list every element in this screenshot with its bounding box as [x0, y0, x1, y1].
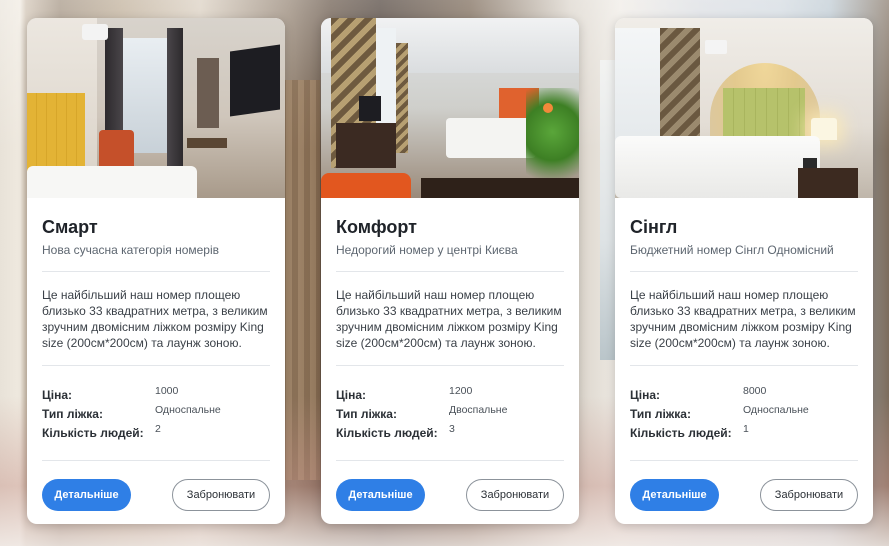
book-button[interactable]: Забронювати — [466, 479, 564, 511]
book-button[interactable]: Забронювати — [172, 479, 270, 511]
divider — [42, 460, 270, 461]
bed-type-label: Тип ліжка: — [630, 407, 691, 421]
divider — [630, 365, 858, 366]
price-label: Ціна: — [336, 388, 367, 402]
room-title: Смарт — [42, 217, 98, 237]
bed-type-value: Двоспальне — [449, 404, 508, 416]
price-label: Ціна: — [630, 388, 661, 402]
people-label: Кількість людей: — [336, 426, 438, 440]
divider — [630, 460, 858, 461]
details-button[interactable]: Детальніше — [42, 479, 131, 511]
room-photo — [615, 18, 873, 198]
divider — [630, 271, 858, 272]
room-specs: Ціна: 1000 Тип ліжка: Односпальне Кількі… — [42, 385, 270, 442]
people-label: Кількість людей: — [42, 426, 144, 440]
room-description: Це найбільший наш номер площею близько 3… — [42, 288, 268, 350]
price-label: Ціна: — [42, 388, 73, 402]
price-value: 1000 — [155, 385, 179, 397]
room-specs: Ціна: 1200 Тип ліжка: Двоспальне Кількіс… — [336, 385, 564, 442]
book-button[interactable]: Забронювати — [760, 479, 858, 511]
room-photo — [321, 18, 579, 198]
room-subtitle: Бюджетний номер Сінгл Одномісний — [630, 243, 834, 257]
room-subtitle: Нова сучасна категорія номерів — [42, 243, 220, 257]
bed-type-value: Односпальне — [743, 404, 809, 416]
room-description: Це найбільший наш номер площею близько 3… — [630, 288, 856, 350]
details-button[interactable]: Детальніше — [630, 479, 719, 511]
people-value: 1 — [743, 423, 749, 435]
divider — [336, 365, 564, 366]
details-button[interactable]: Детальніше — [336, 479, 425, 511]
people-label: Кількість людей: — [630, 426, 732, 440]
bed-type-value: Односпальне — [155, 404, 221, 416]
room-title: Комфорт — [336, 217, 417, 237]
price-value: 8000 — [743, 385, 767, 397]
room-card-comfort: Комфорт Недорогий номер у центрі Києва Ц… — [321, 18, 579, 524]
divider — [42, 271, 270, 272]
room-subtitle: Недорогий номер у центрі Києва — [336, 243, 518, 257]
room-card-single: Сінгл Бюджетний номер Сінгл Одномісний Ц… — [615, 18, 873, 524]
price-value: 1200 — [449, 385, 473, 397]
room-specs: Ціна: 8000 Тип ліжка: Односпальне Кількі… — [630, 385, 858, 442]
room-card-smart: Смарт Нова сучасна категорія номерів Це … — [27, 18, 285, 524]
divider — [42, 365, 270, 366]
room-description: Це найбільший наш номер площею близько 3… — [336, 288, 562, 350]
people-value: 2 — [155, 423, 161, 435]
room-title: Сінгл — [630, 217, 678, 237]
room-cards: Смарт Нова сучасна категорія номерів Це … — [27, 18, 873, 524]
bed-type-label: Тип ліжка: — [42, 407, 103, 421]
divider — [336, 460, 564, 461]
room-photo — [27, 18, 285, 198]
people-value: 3 — [449, 423, 455, 435]
bed-type-label: Тип ліжка: — [336, 407, 397, 421]
divider — [336, 271, 564, 272]
